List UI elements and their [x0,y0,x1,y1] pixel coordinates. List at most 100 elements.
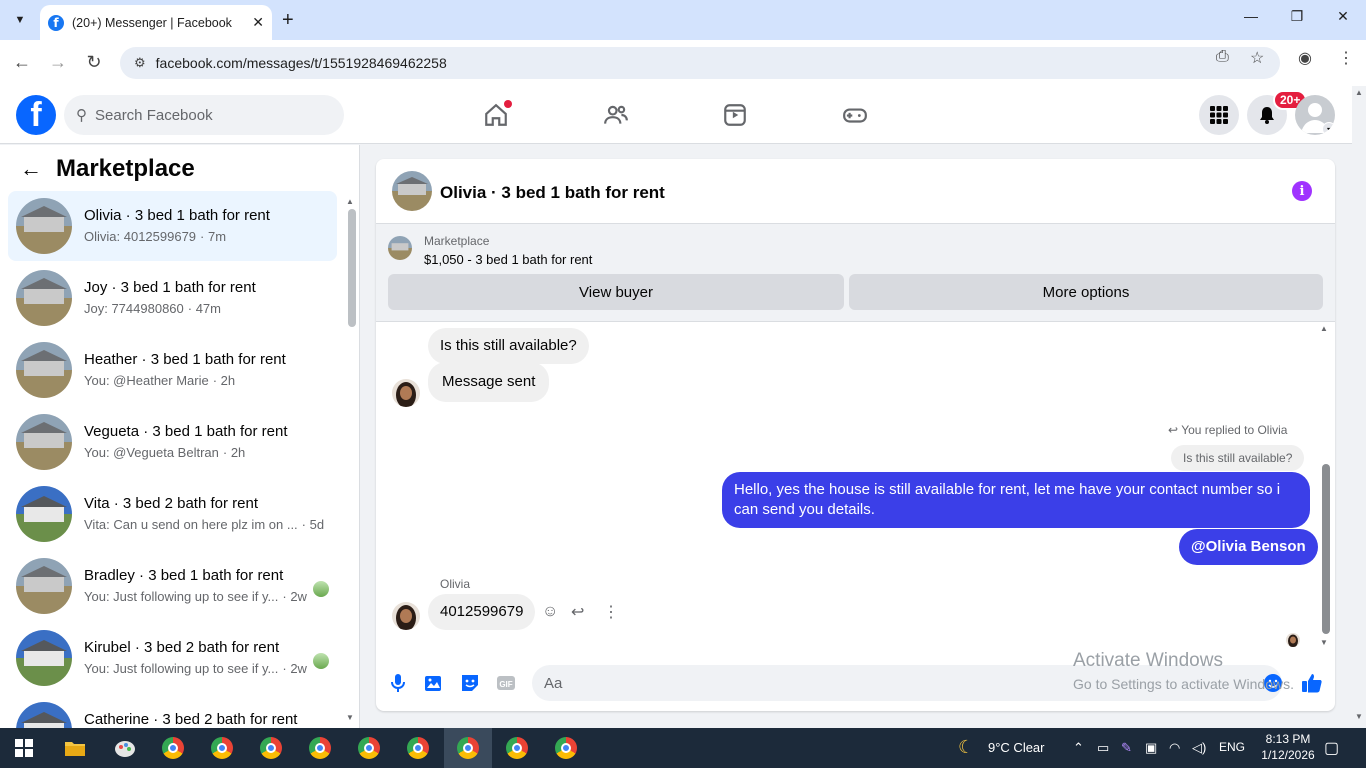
preview-time: · 5d [301,517,325,532]
listing-thumbnail [16,630,72,686]
browser-menu-icon[interactable]: ⋮ [1338,48,1354,68]
chrome-icon[interactable] [503,734,531,762]
scroll-up-icon[interactable]: ▲ [1355,88,1363,97]
conversation-name: Olivia · 3 bed 1 bath for rent [84,207,270,224]
window-close-icon[interactable]: ✕ [1320,8,1366,25]
wifi-icon[interactable]: ◠ [1169,740,1180,756]
listing-price-title[interactable]: $1,050 - 3 bed 1 bath for rent [424,252,592,267]
conversation-item[interactable]: Bradley · 3 bed 1 bath for rent You: Just… [8,551,337,621]
weather-text[interactable]: 9°C Clear [988,740,1045,755]
clock[interactable]: 8:13 PM 1/12/2026 [1258,732,1318,762]
language-indicator[interactable]: ENG [1219,740,1245,754]
volume-icon[interactable]: ◁) [1192,740,1206,756]
view-buyer-button[interactable]: View buyer [388,274,844,310]
paint-app-icon[interactable] [111,734,139,762]
olivia-avatar[interactable] [392,602,420,630]
minimize-icon[interactable]: — [1228,8,1274,24]
reply-arrow-icon: ↩ [1168,423,1179,437]
meet-icon[interactable]: ▣ [1145,740,1157,756]
microphone-icon[interactable] [387,672,409,694]
restore-icon[interactable]: ❐ [1274,8,1320,25]
thumbs-up-icon[interactable] [1301,672,1323,694]
preview-time: · 2h [222,445,246,460]
conversation-item[interactable]: Vegueta · 3 bed 1 bath for rent You: @Veg… [8,407,337,477]
sticker-icon[interactable] [459,672,481,694]
notification-center-icon[interactable]: ▢ [1324,738,1339,758]
page-scrollbar[interactable]: ▲ ▼ [1352,86,1366,728]
chrome-icon[interactable] [208,734,236,762]
menu-grid-icon[interactable] [1199,95,1239,135]
conversation-item[interactable]: Vita · 3 bed 2 bath for rent Vita: Can u … [8,479,337,549]
photo-icon[interactable] [423,672,445,694]
incoming-message[interactable]: Message sent [428,362,550,402]
chat-scrollbar[interactable]: ▲ ▼ [1320,324,1334,649]
bookmark-star-icon[interactable]: ☆ [1250,48,1264,68]
outgoing-message[interactable]: Hello, yes the house is still available … [722,472,1310,528]
forward-icon[interactable]: → [46,52,70,73]
scroll-down-icon[interactable]: ▼ [1355,712,1363,721]
browser-tab[interactable]: f (20+) Messenger | Facebook ✕ [40,5,272,40]
scroll-up-icon[interactable]: ▲ [346,197,354,206]
chrome-icon[interactable] [454,734,482,762]
facebook-logo-icon[interactable]: f [16,95,56,135]
conversation-item[interactable]: Heather · 3 bed 1 bath for rent You: @Hea… [8,335,337,405]
video-icon[interactable] [722,102,748,128]
search-facebook-input[interactable]: ⚲ Search Facebook [64,95,344,135]
conversation-item[interactable]: Olivia · 3 bed 1 bath for rent Olivia: 40… [8,191,337,261]
url-field[interactable]: ⚙ facebook.com/messages/t/15519284694622… [120,47,1280,79]
conversation-name: Joy · 3 bed 1 bath for rent [84,279,256,296]
marketplace-listing-card: Marketplace $1,050 - 3 bed 1 bath for re… [376,224,1335,322]
watermark-subtitle: Go to Settings to activate Windows. [1073,676,1294,692]
react-smile-icon[interactable]: ☺ [542,603,558,621]
chat-title[interactable]: Olivia · 3 bed 1 bath for rent [440,183,665,203]
friends-icon[interactable] [603,102,629,128]
battery-icon[interactable]: ▭ [1097,740,1109,756]
info-icon[interactable]: i [1292,181,1312,201]
chrome-icon[interactable] [257,734,285,762]
home-notification-dot [504,100,512,108]
conversation-item[interactable]: Kirubel · 3 bed 2 bath for rent You: Just… [8,623,337,693]
listing-thumbnail [16,342,72,398]
chrome-icon[interactable] [404,734,432,762]
windows-start-icon[interactable] [10,734,38,762]
pen-icon[interactable]: ✎ [1121,740,1132,756]
site-info-icon[interactable]: ⚙ [134,55,146,71]
sidebar-scroll-thumb[interactable] [348,209,356,327]
tray-expand-icon[interactable]: ⌃ [1073,740,1084,756]
back-icon[interactable]: ← [10,52,34,73]
chrome-icon[interactable] [159,734,187,762]
back-arrow-icon[interactable]: ← [20,156,42,182]
scroll-down-icon[interactable]: ▼ [346,713,354,722]
sidebar-scrollbar[interactable]: ▲ ▼ [346,197,356,727]
file-explorer-icon[interactable] [61,734,89,762]
more-actions-icon[interactable]: ⋮ [603,602,619,622]
tab-list-chevron-icon[interactable]: ▼ [8,8,32,32]
chat-scroll-thumb[interactable] [1322,464,1330,634]
tab-close-icon[interactable]: ✕ [252,14,264,31]
clock-time: 8:13 PM [1265,732,1311,746]
more-options-button[interactable]: More options [849,274,1323,310]
new-tab-icon[interactable]: + [282,9,294,32]
conversation-item[interactable]: Joy · 3 bed 1 bath for rent Joy: 77449808… [8,263,337,333]
gaming-icon[interactable] [842,102,868,128]
weather-moon-icon[interactable]: ☾ [958,737,974,758]
account-avatar[interactable]: ▾ [1295,95,1335,135]
scroll-down-icon[interactable]: ▼ [1320,638,1328,647]
gif-icon[interactable]: GIF [495,672,517,694]
chrome-icon[interactable] [552,734,580,762]
scroll-up-icon[interactable]: ▲ [1320,324,1328,333]
outgoing-mention-message[interactable]: @Olivia Benson [1179,529,1318,565]
install-app-icon[interactable]: ⎙ [1216,48,1229,66]
quoted-message[interactable]: Is this still available? [1171,445,1305,471]
conversation-item[interactable]: Catherine · 3 bed 2 bath for rent [8,695,337,728]
reply-icon[interactable]: ↩ [571,602,584,622]
chrome-icon[interactable] [306,734,334,762]
reload-icon[interactable]: ↻ [82,52,106,73]
listing-avatar[interactable] [392,171,432,211]
olivia-avatar[interactable] [392,379,420,407]
incoming-message[interactable]: Is this still available? [428,328,589,364]
url-text: facebook.com/messages/t/1551928469462258 [155,55,447,71]
profile-icon[interactable]: ◉ [1298,48,1312,68]
incoming-number-message[interactable]: 4012599679 [428,594,536,630]
chrome-icon[interactable] [355,734,383,762]
